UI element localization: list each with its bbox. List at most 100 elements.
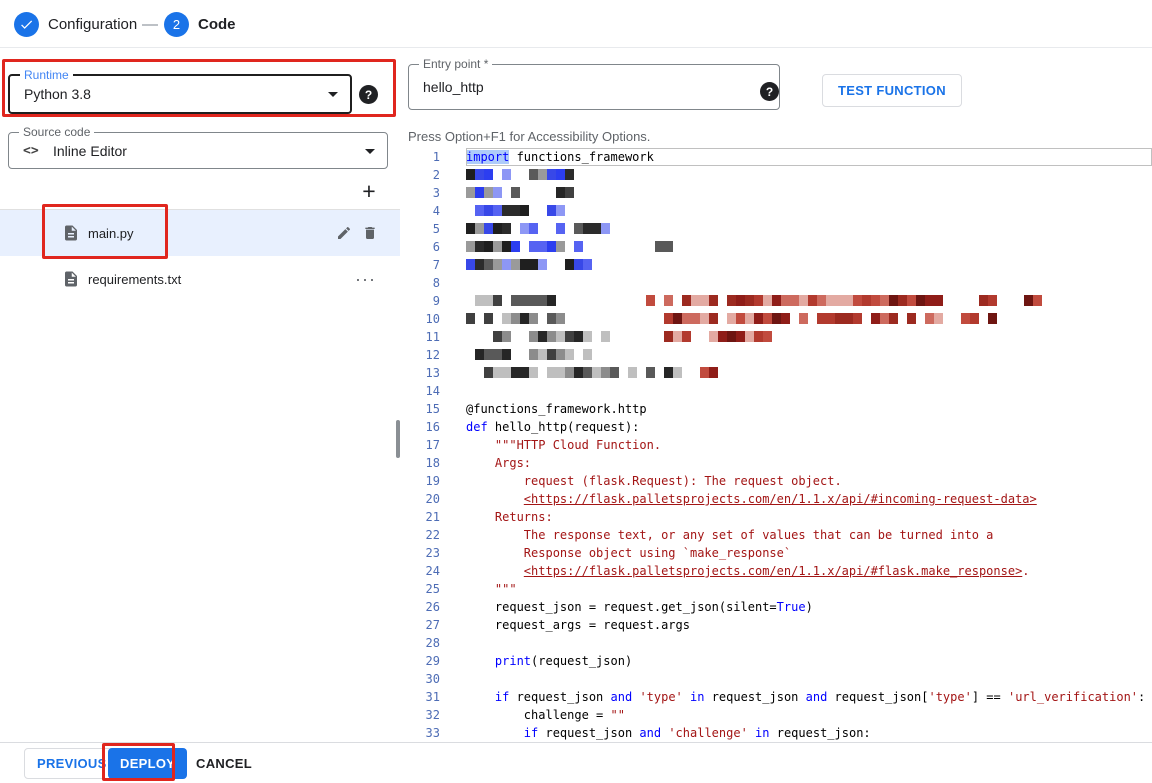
code-text: request_json = request.get_json(silent=T… [466,598,1152,616]
entry-point-help-icon[interactable]: ? [760,82,779,101]
line-number: 13 [408,364,440,382]
source-code-label: Source code [19,125,94,139]
step2-label[interactable]: Code [198,16,236,33]
code-line[interactable]: 22 The response text, or any set of valu… [408,526,1152,544]
line-number: 30 [408,670,440,688]
line-number: 9 [408,292,440,310]
runtime-label: Runtime [20,68,73,82]
code-line[interactable]: 20 <https://flask.palletsprojects.com/en… [408,490,1152,508]
code-line[interactable]: 15@functions_framework.http [408,400,1152,418]
code-line[interactable]: 14 [408,382,1152,400]
cloud-function-code-page: Configuration 2 Code Runtime Python 3.8 … [0,0,1152,783]
code-line[interactable]: 21 Returns: [408,508,1152,526]
line-number: 5 [408,220,440,238]
test-function-button[interactable]: TEST FUNCTION [822,74,962,107]
code-text: Returns: [466,508,1152,526]
code-line[interactable]: 13 [408,364,1152,382]
file-row-main-py[interactable]: main.py [0,210,400,256]
code-text: """ [466,580,1152,598]
file-name: requirements.txt [88,272,181,287]
code-line[interactable]: 33 if request_json and 'challenge' in re… [408,724,1152,740]
code-text: request (flask.Request): The request obj… [466,472,1152,490]
redacted-code-mosaic [466,238,1152,256]
code-line[interactable]: 29 print(request_json) [408,652,1152,670]
more-options-icon[interactable]: ··· [355,269,376,290]
line-number: 2 [408,166,440,184]
code-line[interactable]: 7 [408,256,1152,274]
code-text: Args: [466,454,1152,472]
line-number: 33 [408,724,440,740]
code-line[interactable]: 12 [408,346,1152,364]
code-line[interactable]: 5 [408,220,1152,238]
code-line[interactable]: 23 Response object using `make_response` [408,544,1152,562]
line-number: 11 [408,328,440,346]
line-number: 21 [408,508,440,526]
code-line[interactable]: 26 request_json = request.get_json(silen… [408,598,1152,616]
line-number: 6 [408,238,440,256]
runtime-help-icon[interactable]: ? [359,85,378,104]
delete-trash-icon[interactable] [362,225,378,241]
edit-pencil-icon[interactable] [336,225,352,241]
code-text: if request_json and 'challenge' in reque… [466,724,1152,740]
redacted-code-mosaic [466,328,1152,346]
line-number: 7 [408,256,440,274]
code-line[interactable]: 30 [408,670,1152,688]
line-number: 14 [408,382,440,400]
stepper-header: Configuration 2 Code [0,0,1152,48]
code-text [466,670,1152,688]
code-line[interactable]: 19 request (flask.Request): The request … [408,472,1152,490]
line-number: 19 [408,472,440,490]
code-line[interactable]: 18 Args: [408,454,1152,472]
code-line[interactable]: 25 """ [408,580,1152,598]
code-text: Response object using `make_response` [466,544,1152,562]
line-number: 20 [408,490,440,508]
check-icon [19,17,34,32]
redacted-code-mosaic [466,184,1152,202]
code-line[interactable]: 8 [408,274,1152,292]
source-code-value: Inline Editor [53,143,127,159]
code-line[interactable]: 32 challenge = "" [408,706,1152,724]
code-text [466,634,1152,652]
redacted-code-mosaic [466,364,1152,382]
step1-completed-check-icon[interactable] [14,12,39,37]
line-number: 25 [408,580,440,598]
entry-point-input[interactable] [423,65,743,109]
file-icon [62,270,80,288]
file-name: main.py [88,226,134,241]
code-line[interactable]: 2 [408,166,1152,184]
code-line[interactable]: 3 [408,184,1152,202]
code-editor[interactable]: 1import functions_framework2345678910111… [408,148,1152,740]
line-number: 29 [408,652,440,670]
code-line[interactable]: 10 [408,310,1152,328]
cancel-button[interactable]: CANCEL [190,748,258,779]
redacted-code-mosaic [466,166,1152,184]
code-line[interactable]: 17 """HTTP Cloud Function. [408,436,1152,454]
left-panel-scrollbar-thumb[interactable] [396,420,400,458]
code-line[interactable]: 16def hello_http(request): [408,418,1152,436]
deploy-button[interactable]: DEPLOY [108,748,187,779]
code-line[interactable]: 4 [408,202,1152,220]
code-line[interactable]: 27 request_args = request.args [408,616,1152,634]
code-line[interactable]: 28 [408,634,1152,652]
code-line[interactable]: 9 [408,292,1152,310]
runtime-value: Python 3.8 [24,86,91,102]
code-line[interactable]: 6 [408,238,1152,256]
step1-label[interactable]: Configuration [48,16,137,33]
code-text: if request_json and 'type' in request_js… [466,688,1152,706]
line-number: 23 [408,544,440,562]
chevron-down-icon [365,149,375,154]
line-number: 4 [408,202,440,220]
step2-number-badge[interactable]: 2 [164,12,189,37]
runtime-select[interactable]: Runtime Python 3.8 [8,74,352,114]
line-number: 16 [408,418,440,436]
code-line[interactable]: 1import functions_framework [408,148,1152,166]
code-line[interactable]: 11 [408,328,1152,346]
code-text: """HTTP Cloud Function. [466,436,1152,454]
code-line[interactable]: 24 <https://flask.palletsprojects.com/en… [408,562,1152,580]
file-row-requirements-txt[interactable]: requirements.txt ··· [0,256,400,302]
previous-button[interactable]: PREVIOUS [24,748,120,779]
add-file-button[interactable]: + [356,178,382,204]
entry-point-field[interactable]: Entry point * [408,64,780,110]
source-code-select[interactable]: Source code <> Inline Editor [8,132,388,169]
code-line[interactable]: 31 if request_json and 'type' in request… [408,688,1152,706]
